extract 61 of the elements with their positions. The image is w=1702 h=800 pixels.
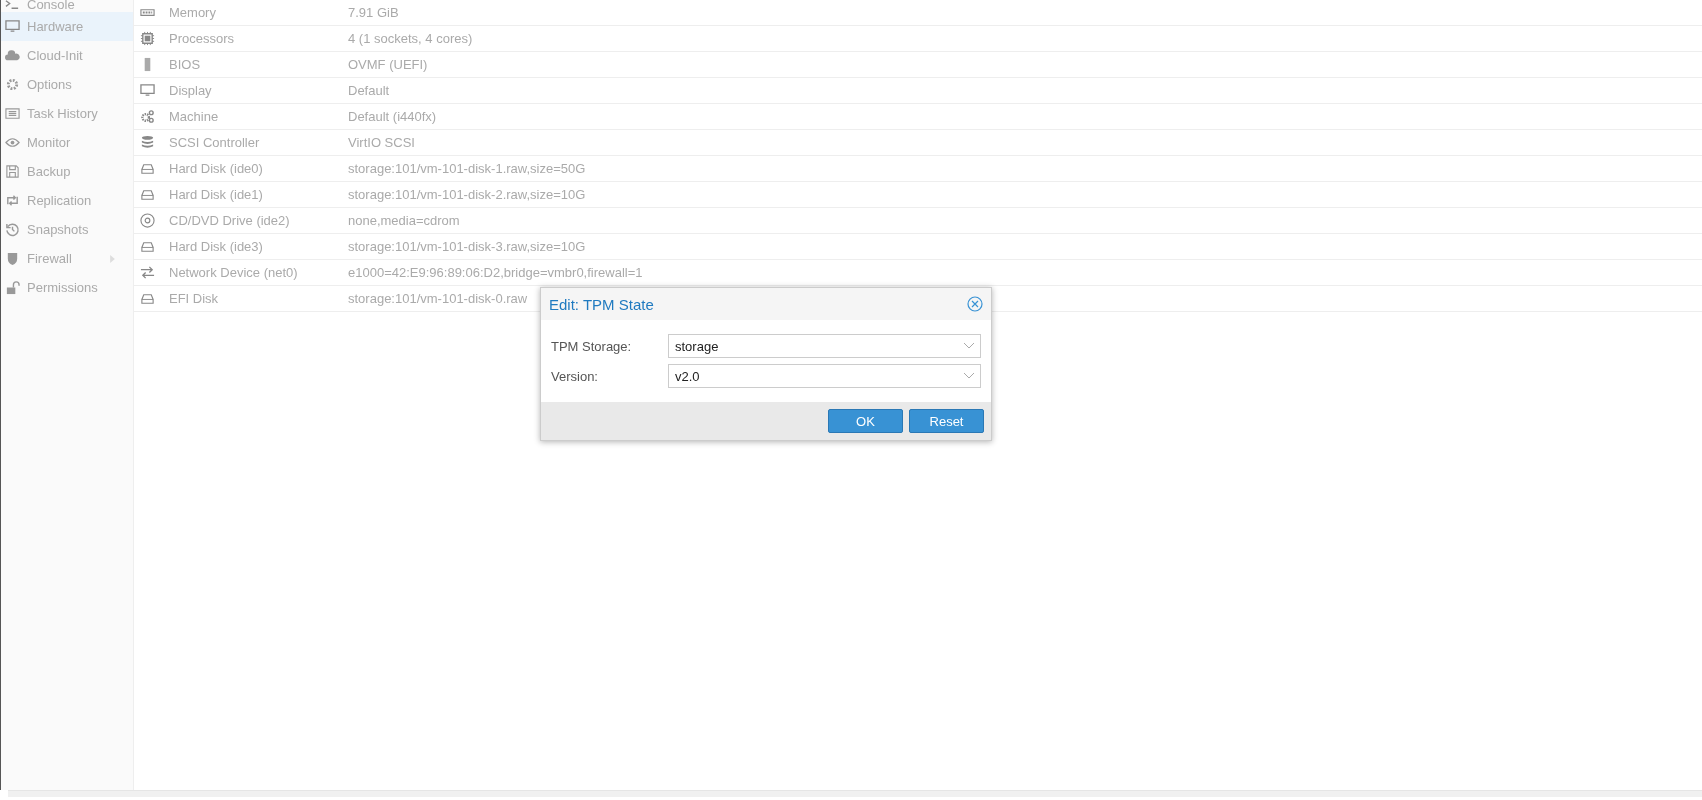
sidebar-item[interactable]: Hardware bbox=[1, 12, 133, 41]
network-icon bbox=[140, 265, 155, 280]
device-name: Hard Disk (ide3) bbox=[169, 239, 263, 254]
table-cell-text: none,media=cdrom bbox=[347, 213, 460, 228]
floppy-icon bbox=[5, 164, 20, 179]
sidebar-item[interactable]: Firewall bbox=[1, 244, 133, 273]
cdrom-icon bbox=[140, 213, 155, 228]
controller-icon bbox=[140, 135, 155, 150]
table-cell-text: e1000=42:E9:96:89:06:D2,bridge=vmbr0,firewall=1 bbox=[347, 265, 643, 280]
chevron-icon bbox=[964, 373, 974, 379]
device-name: Processors bbox=[169, 31, 235, 46]
device-name: Display bbox=[169, 83, 212, 98]
cloud-icon bbox=[5, 48, 20, 63]
device-name: SCSI Controller bbox=[169, 135, 260, 150]
sidebar-item[interactable]: Console bbox=[1, 0, 133, 12]
dropdown-field[interactable]: v2.0 bbox=[668, 364, 981, 388]
sidebar-item[interactable]: Replication bbox=[1, 186, 133, 215]
close-icon[interactable] bbox=[967, 296, 983, 312]
field-label: Version: bbox=[551, 368, 599, 384]
table-cell-text: storage:101/vm-101-disk-0.raw bbox=[347, 291, 528, 306]
sidebar-item[interactable]: Permissions bbox=[1, 273, 133, 302]
device-name: Machine bbox=[169, 109, 219, 124]
dialog-title: Edit: TPM State bbox=[549, 295, 654, 313]
table-cell-text: VirtIO SCSI bbox=[347, 135, 415, 150]
sidebar-item[interactable]: Cloud-Init bbox=[1, 41, 133, 70]
device-name: EFI Disk bbox=[169, 291, 219, 306]
console-icon bbox=[5, 0, 20, 12]
retweet-icon bbox=[5, 193, 20, 208]
table-cell-text: Default bbox=[347, 83, 390, 98]
cpu-icon bbox=[140, 31, 155, 46]
table-cell-text: OVMF (UEFI) bbox=[347, 57, 428, 72]
table-cell-text: storage:101/vm-101-disk-1.raw,size=50G bbox=[347, 161, 586, 176]
sidebar-item[interactable]: Snapshots bbox=[1, 215, 133, 244]
device-name: Memory bbox=[169, 5, 216, 20]
unlock-icon bbox=[5, 280, 20, 295]
eye-icon bbox=[5, 135, 20, 150]
sidebar-item[interactable]: Task History bbox=[1, 99, 133, 128]
chevron-icon bbox=[964, 343, 974, 349]
table-cell-text: storage:101/vm-101-disk-2.raw,size=10G bbox=[347, 187, 586, 202]
dropdown-field[interactable]: storage bbox=[668, 334, 981, 358]
shield-icon bbox=[5, 251, 20, 266]
display-icon bbox=[140, 83, 155, 98]
sidebar-item[interactable]: Options bbox=[1, 70, 133, 99]
dialog-button[interactable]: Reset bbox=[909, 409, 984, 433]
table-cell-text: 7.91 GiB bbox=[347, 5, 399, 20]
gear-icon bbox=[5, 77, 20, 92]
history-icon bbox=[5, 222, 20, 237]
list-icon bbox=[5, 106, 20, 121]
dialog-button[interactable]: OK bbox=[828, 409, 903, 433]
field-label: TPM Storage: bbox=[551, 338, 633, 354]
device-name: Hard Disk (ide0) bbox=[169, 161, 263, 176]
device-name: CD/DVD Drive (ide2) bbox=[169, 213, 290, 228]
device-name: Network Device (net0) bbox=[169, 265, 298, 280]
table-cell-text: 4 (1 sockets, 4 cores) bbox=[347, 31, 473, 46]
table-cell-text: storage:101/vm-101-disk-3.raw,size=10G bbox=[347, 239, 586, 254]
sidebar-item[interactable]: Backup bbox=[1, 157, 133, 186]
monitor-icon bbox=[5, 19, 20, 34]
sidebar-item[interactable]: Monitor bbox=[1, 128, 133, 157]
device-name: BIOS bbox=[169, 57, 201, 72]
table-cell-text: Default (i440fx) bbox=[347, 109, 437, 124]
device-name: Hard Disk (ide1) bbox=[169, 187, 263, 202]
